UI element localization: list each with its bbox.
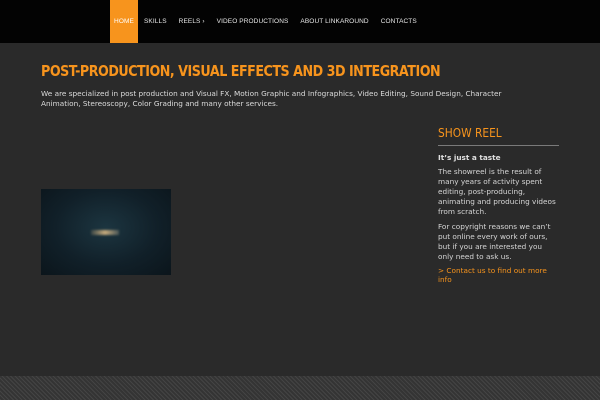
footer-pattern-strip [0, 376, 600, 400]
intro-paragraph: We are specialized in post production an… [41, 89, 502, 108]
nav-item-home[interactable]: HOME [110, 0, 138, 43]
contact-link[interactable]: > Contact us to find out more info [438, 266, 559, 284]
sidebar-paragraph-showreel: The showreel is the result of many years… [438, 167, 556, 216]
page-title: POST-PRODUCTION, VISUAL EFFECTS AND 3D I… [41, 62, 441, 80]
video-thumbnail-logo [91, 230, 119, 235]
main-nav: HOME SKILLS REELS › VIDEO PRODUCTIONS AB… [110, 0, 423, 43]
sidebar-paragraph-copyright: For copyright reasons we can’t put onlin… [438, 222, 551, 261]
nav-item-about-linkaround[interactable]: ABOUT LINKAROUND [294, 0, 374, 43]
sidebar-title: SHOW REEL [438, 125, 502, 140]
sidebar-subtitle: It’s just a taste [438, 153, 501, 162]
nav-item-contacts[interactable]: CONTACTS [375, 0, 423, 43]
nav-item-skills[interactable]: SKILLS [138, 0, 173, 43]
nav-item-reels[interactable]: REELS › [173, 0, 211, 43]
sidebar-divider [438, 145, 559, 146]
nav-item-video-productions[interactable]: VIDEO PRODUCTIONS [211, 0, 295, 43]
showreel-video-player[interactable] [41, 189, 171, 275]
top-navigation-bar: HOME SKILLS REELS › VIDEO PRODUCTIONS AB… [0, 0, 600, 43]
showreel-sidebar: SHOW REEL It’s just a taste The showreel… [438, 125, 559, 284]
